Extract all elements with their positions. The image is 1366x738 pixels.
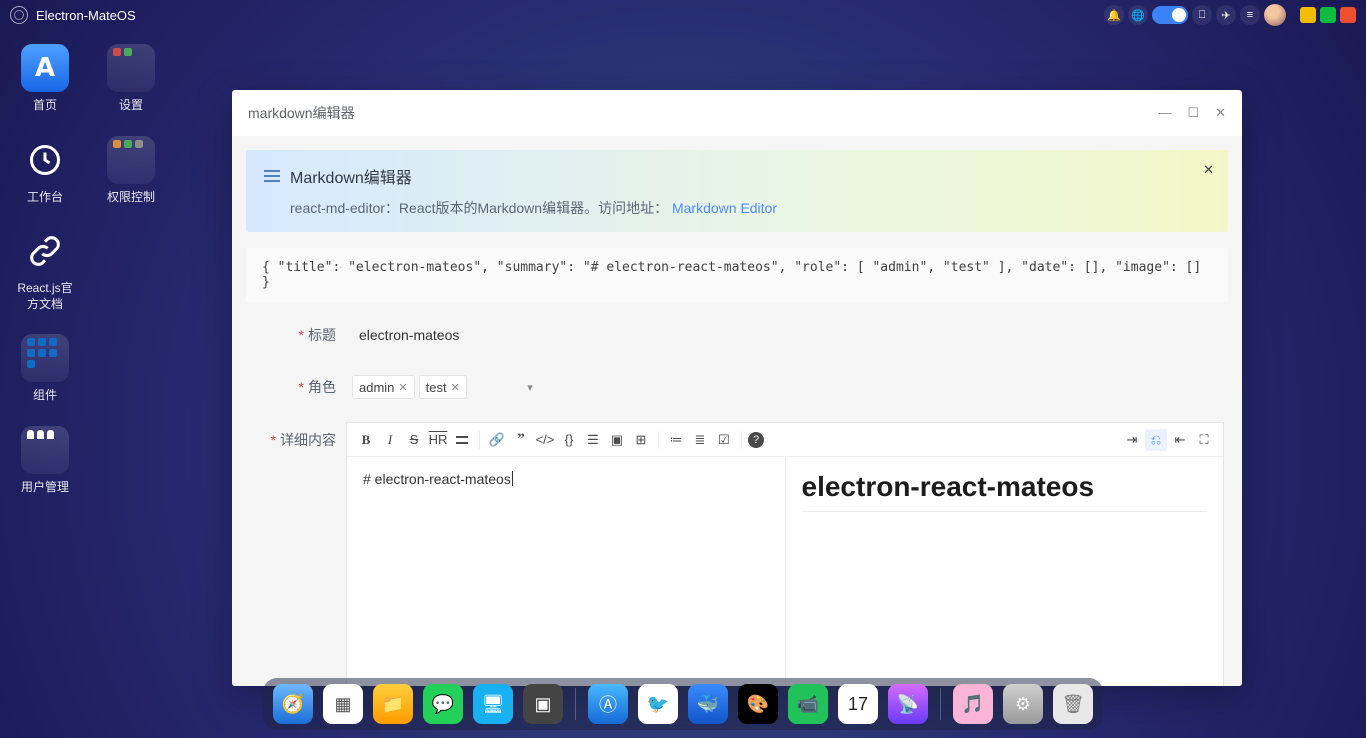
dock-appstore[interactable]: Ⓐ bbox=[588, 684, 628, 724]
preview-only-button[interactable]: ⇤ bbox=[1169, 429, 1191, 451]
image-button[interactable]: ▣ bbox=[606, 429, 628, 451]
dock-display[interactable]: 🖥 bbox=[473, 684, 513, 724]
fullscreen-button[interactable]: ⛶ bbox=[1193, 429, 1215, 451]
strike-button[interactable]: S bbox=[403, 429, 425, 451]
content-label: *详细内容 bbox=[250, 422, 346, 450]
dock: 🧭 ▦ 📁 💬 🖥 ▣ Ⓐ 🐦 🐳 🎨 📹 17 📡 🎵 ⚙ 🗑 bbox=[263, 678, 1103, 730]
bold-button[interactable]: B bbox=[355, 429, 377, 451]
table-button[interactable]: ⊞ bbox=[630, 429, 652, 451]
desktop-users[interactable]: 用户管理 bbox=[14, 426, 76, 496]
desktop-components[interactable]: 组件 bbox=[14, 334, 76, 404]
alert-desc: react-md-editor：React版本的Markdown编辑器。访问地址… bbox=[290, 200, 668, 216]
desktop-settings[interactable]: 设置 bbox=[100, 44, 162, 114]
editor-toolbar: B I S HR 🔗 ” </> {} ☰ ▣ ⊞ bbox=[347, 423, 1223, 457]
code-button[interactable]: </> bbox=[534, 429, 556, 451]
dock-docker[interactable]: 🐳 bbox=[688, 684, 728, 724]
window-close-button[interactable]: ✕ bbox=[1215, 105, 1226, 121]
globe-icon[interactable]: 🌐 bbox=[1128, 5, 1148, 25]
os-close-button[interactable] bbox=[1340, 7, 1356, 23]
help-button[interactable]: ? bbox=[748, 432, 764, 448]
dock-safari[interactable]: 🧭 bbox=[273, 684, 313, 724]
theme-toggle[interactable] bbox=[1152, 6, 1188, 24]
role-tag-admin[interactable]: admin✕ bbox=[352, 375, 415, 399]
dock-music[interactable]: 🎵 bbox=[953, 684, 993, 724]
edit-only-button[interactable]: ⇥ bbox=[1121, 429, 1143, 451]
dock-facetime[interactable]: 📹 bbox=[788, 684, 828, 724]
title-input[interactable] bbox=[346, 318, 796, 352]
role-tag-test[interactable]: test✕ bbox=[419, 375, 467, 399]
remove-icon[interactable]: ✕ bbox=[451, 381, 460, 394]
remove-icon[interactable]: ✕ bbox=[398, 381, 407, 394]
italic-button[interactable]: I bbox=[379, 429, 401, 451]
title-button[interactable] bbox=[451, 429, 473, 451]
info-alert: Markdown编辑器 react-md-editor：React版本的Mark… bbox=[246, 150, 1228, 232]
dock-settings[interactable]: ⚙ bbox=[1003, 684, 1043, 724]
markdown-editor-window: markdown编辑器 — ☐ ✕ Markdown编辑器 react-md-e… bbox=[232, 90, 1242, 686]
dock-swift[interactable]: 🐦 bbox=[638, 684, 678, 724]
link-button[interactable]: 🔗 bbox=[486, 429, 508, 451]
editor-preview: electron-react-mateos bbox=[786, 457, 1224, 686]
chevron-down-icon[interactable]: ▾ bbox=[518, 381, 542, 394]
hr-button[interactable]: HR bbox=[427, 429, 449, 451]
json-preview: { "title": "electron-mateos", "summary":… bbox=[246, 248, 1228, 302]
os-topbar: Electron-MateOS 🔔 🌐 ⎕ ✈ ≡ bbox=[0, 0, 1366, 30]
dock-figma[interactable]: 🎨 bbox=[738, 684, 778, 724]
checklist-button[interactable]: ☑ bbox=[713, 429, 735, 451]
os-minimize-button[interactable] bbox=[1300, 7, 1316, 23]
markdown-editor-link[interactable]: Markdown Editor bbox=[672, 200, 777, 216]
dock-calendar[interactable]: 17 bbox=[838, 684, 878, 724]
window-maximize-button[interactable]: ☐ bbox=[1187, 105, 1199, 121]
electron-logo-icon bbox=[10, 6, 28, 24]
dock-terminal[interactable]: ▣ bbox=[523, 684, 563, 724]
title-label: *标题 bbox=[250, 325, 346, 345]
dock-trash[interactable]: 🗑 bbox=[1053, 684, 1093, 724]
editor-source[interactable]: # electron-react-mateos bbox=[347, 457, 786, 686]
dock-launchpad[interactable]: ▦ bbox=[323, 684, 363, 724]
desktop-permission[interactable]: 权限控制 bbox=[100, 136, 162, 206]
window-titlebar[interactable]: markdown编辑器 — ☐ ✕ bbox=[232, 90, 1242, 136]
split-view-button[interactable]: ⎌ bbox=[1145, 429, 1167, 451]
rocket-icon[interactable]: ✈ bbox=[1216, 5, 1236, 25]
window-title: markdown编辑器 bbox=[248, 103, 355, 123]
bell-icon[interactable]: 🔔 bbox=[1104, 5, 1124, 25]
user-avatar[interactable] bbox=[1264, 4, 1286, 26]
list-icon bbox=[264, 170, 280, 182]
os-title: Electron-MateOS bbox=[36, 8, 136, 23]
ol-button[interactable]: ≣ bbox=[689, 429, 711, 451]
comment-button[interactable]: ☰ bbox=[582, 429, 604, 451]
os-maximize-button[interactable] bbox=[1320, 7, 1336, 23]
markdown-editor: B I S HR 🔗 ” </> {} ☰ ▣ ⊞ bbox=[346, 422, 1224, 686]
dock-folder[interactable]: 📁 bbox=[373, 684, 413, 724]
desktop-home[interactable]: 𝗔 首页 bbox=[14, 44, 76, 114]
desktop-reactdocs[interactable]: React.js官方文档 bbox=[14, 227, 76, 312]
dock-messages[interactable]: 💬 bbox=[423, 684, 463, 724]
desktop-workbench[interactable]: 工作台 bbox=[14, 136, 76, 206]
dock-podcasts[interactable]: 📡 bbox=[888, 684, 928, 724]
role-label: *角色 bbox=[250, 377, 346, 397]
gift-icon[interactable]: ⎕ bbox=[1192, 5, 1212, 25]
role-select[interactable]: admin✕ test✕ ▾ bbox=[346, 370, 546, 404]
quote-button[interactable]: ” bbox=[510, 429, 532, 451]
codeblock-button[interactable]: {} bbox=[558, 429, 580, 451]
desktop-icons: 𝗔 首页 设置 工作台 权限控制 React.js官方文档 组件 bbox=[14, 44, 162, 496]
menu-icon[interactable]: ≡ bbox=[1240, 5, 1260, 25]
alert-close-button[interactable]: ✕ bbox=[1203, 162, 1214, 178]
ul-button[interactable]: ≔ bbox=[665, 429, 687, 451]
window-minimize-button[interactable]: — bbox=[1158, 105, 1171, 121]
alert-title: Markdown编辑器 bbox=[290, 164, 412, 188]
